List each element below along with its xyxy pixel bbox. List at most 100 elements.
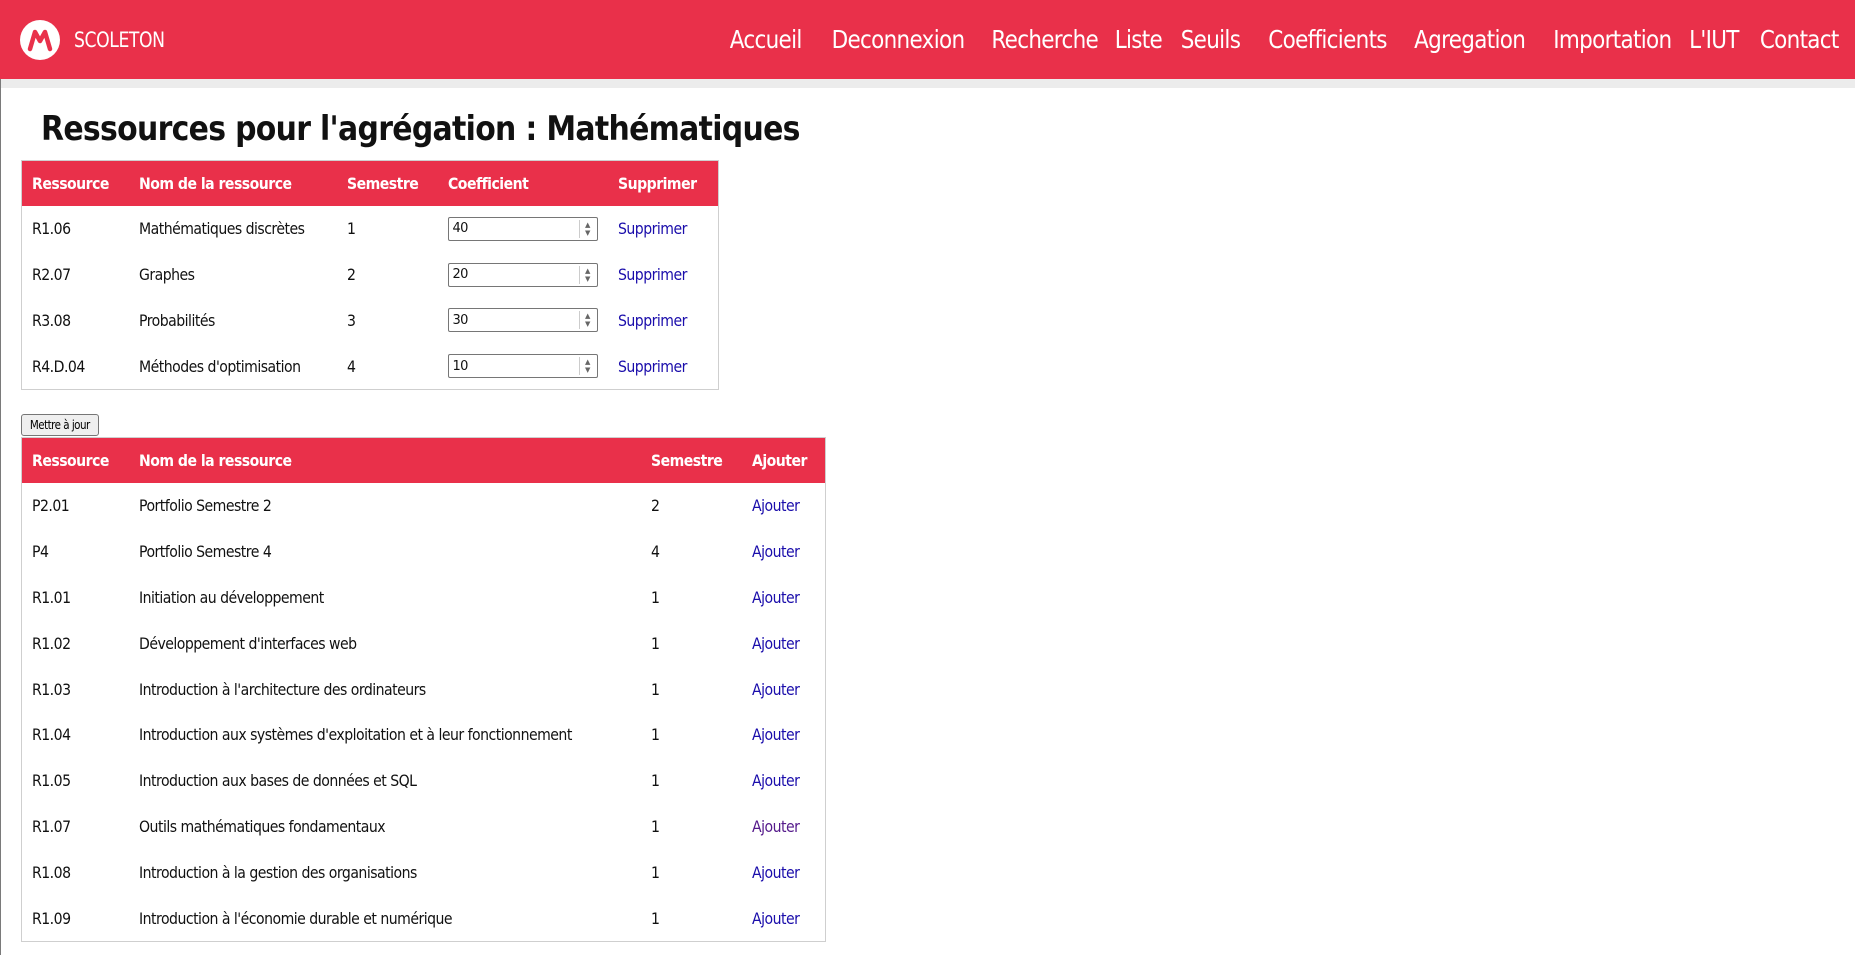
cell-semestre: 1: [651, 725, 660, 745]
coefficient-input[interactable]: 30 ▲ ▼: [448, 308, 599, 333]
cell-code: R1.06: [32, 219, 71, 239]
cell-action: Ajouter: [742, 575, 825, 621]
header-supprimer: Supprimer: [618, 174, 697, 193]
cell-code: P2.01: [32, 496, 70, 516]
cell-action: Supprimer: [608, 206, 718, 252]
nav-coefficients[interactable]: Coefficients: [1268, 25, 1387, 54]
ajouter-link[interactable]: Ajouter: [752, 771, 806, 790]
cell-name: Introduction à la gestion des organisati…: [139, 862, 418, 882]
available-resources-table: Ressource Nom de la ressource Semestre A…: [21, 437, 826, 942]
nav-accueil[interactable]: Accueil: [729, 25, 802, 54]
nav-seuils[interactable]: Seuils: [1181, 25, 1241, 54]
header-ressource: Ressource: [32, 451, 109, 470]
cell-action: Ajouter: [742, 483, 825, 529]
table-row: R3.08 Probabilités 3 30 ▲ ▼ Supprimer: [22, 298, 719, 344]
nav-recherche[interactable]: Recherche: [991, 25, 1098, 54]
stepper-arrows-icon[interactable]: ▲ ▼: [579, 219, 594, 238]
cell-code: R1.02: [32, 633, 71, 653]
header-ressource: Ressource: [32, 174, 109, 193]
nav-deconnexion[interactable]: Deconnexion: [832, 25, 965, 54]
cell-semestre: 1: [651, 587, 660, 607]
coefficient-input[interactable]: 20 ▲ ▼: [448, 262, 599, 287]
table-row: R1.07 Outils mathématiques fondamentaux 1 A…: [22, 804, 826, 850]
stepper-arrows-icon[interactable]: ▲ ▼: [579, 311, 594, 330]
stepper-arrows-icon[interactable]: ▲ ▼: [579, 265, 594, 284]
stepper-arrows-icon[interactable]: ▲ ▼: [579, 357, 594, 376]
cell-semestre: 3: [347, 310, 356, 330]
header-nom: Nom de la ressource: [139, 174, 292, 193]
cell-name: Introduction à l'économie durable et num…: [139, 908, 453, 928]
ajouter-link[interactable]: Ajouter: [752, 863, 806, 882]
cell-name: Développement d'interfaces web: [139, 633, 358, 653]
cell-semestre: 1: [651, 633, 660, 653]
cell-name: Mathématiques discrètes: [139, 219, 305, 239]
supprimer-link[interactable]: Supprimer: [618, 357, 696, 376]
top-navbar: SCOLETON Accueil Deconnexion Recherche L…: [0, 0, 1855, 79]
table-row: P2.01 Portfolio Semestre 2 2 Ajouter: [22, 483, 826, 529]
cell-action: Supprimer: [608, 298, 718, 344]
nav-iut[interactable]: L'IUT: [1689, 25, 1739, 54]
table-row: R1.06 Mathématiques discrètes 1 40 ▲ ▼ Su…: [22, 206, 719, 252]
table-row: R1.02 Développement d'interfaces web 1 Ajou…: [22, 620, 826, 666]
cell-code: R1.07: [32, 816, 71, 836]
nav-importation[interactable]: Importation: [1553, 25, 1672, 54]
table-row: P4 Portfolio Semestre 4 4 Ajouter: [22, 529, 826, 575]
available-table-body: P2.01 Portfolio Semestre 2 2 Ajouter P4 Portf…: [22, 483, 826, 941]
cell-name: Portfolio Semestre 2: [139, 496, 272, 516]
table-header-row: Ressource Nom de la ressource Semestre C…: [21, 160, 719, 206]
cell-code: R1.09: [32, 908, 71, 928]
cell-action: Ajouter: [742, 666, 825, 712]
cell-name: Graphes: [139, 265, 195, 285]
cell-semestre: 1: [651, 816, 660, 836]
nav-liste[interactable]: Liste: [1115, 25, 1163, 54]
ajouter-link[interactable]: Ajouter: [752, 909, 806, 928]
cell-action: Ajouter: [742, 849, 825, 895]
header-nom: Nom de la ressource: [139, 451, 292, 470]
cell-name: Probabilités: [139, 310, 216, 330]
cell-code: R1.08: [32, 862, 71, 882]
table-row: R1.01 Initiation au développement 1 Ajouter: [22, 575, 826, 621]
cell-name: Outils mathématiques fondamentaux: [139, 816, 386, 836]
update-button[interactable]: Mettre à jour: [21, 414, 99, 436]
header-semestre: Semestre: [651, 451, 723, 470]
supprimer-link[interactable]: Supprimer: [618, 265, 696, 284]
cell-semestre: 4: [651, 542, 660, 562]
ajouter-link[interactable]: Ajouter: [752, 817, 806, 836]
navbar-shadow: [0, 79, 1855, 88]
cell-coefficient: 10 ▲ ▼: [438, 343, 608, 389]
ajouter-link[interactable]: Ajouter: [752, 634, 806, 653]
ajouter-link[interactable]: Ajouter: [752, 588, 806, 607]
ajouter-link[interactable]: Ajouter: [752, 496, 806, 515]
cell-semestre: 1: [651, 908, 660, 928]
cell-coefficient: 20 ▲ ▼: [438, 252, 608, 298]
ajouter-link[interactable]: Ajouter: [752, 725, 806, 744]
cell-code: R2.07: [32, 265, 71, 285]
cell-code: R1.03: [32, 679, 71, 699]
cell-semestre: 1: [651, 862, 660, 882]
ajouter-link[interactable]: Ajouter: [752, 680, 806, 699]
brand[interactable]: SCOLETON: [20, 19, 185, 60]
cell-name: Introduction aux systèmes d'exploitation…: [139, 725, 573, 745]
supprimer-link[interactable]: Supprimer: [618, 311, 696, 330]
header-semestre: Semestre: [347, 174, 419, 193]
cell-semestre: 1: [651, 679, 660, 699]
nav-contact[interactable]: Contact: [1760, 25, 1840, 54]
cell-code: R4.D.04: [32, 356, 85, 376]
cell-action: Ajouter: [742, 758, 825, 804]
cell-code: P4: [32, 542, 49, 562]
brand-name: SCOLETON: [74, 27, 165, 52]
table-row: R1.08 Introduction à la gestion des organ…: [22, 849, 826, 895]
cell-code: R1.01: [32, 587, 71, 607]
cell-action: Ajouter: [742, 712, 825, 758]
nav-agregation[interactable]: Agregation: [1414, 25, 1526, 54]
cell-action: Ajouter: [742, 804, 825, 850]
supprimer-link[interactable]: Supprimer: [618, 219, 696, 238]
cell-action: Supprimer: [608, 252, 718, 298]
cell-name: Méthodes d'optimisation: [139, 356, 301, 376]
cell-name: Portfolio Semestre 4: [139, 542, 272, 562]
coefficient-input[interactable]: 10 ▲ ▼: [448, 354, 599, 379]
cell-coefficient: 40 ▲ ▼: [438, 206, 608, 252]
ajouter-link[interactable]: Ajouter: [752, 542, 806, 561]
cell-code: R1.04: [32, 725, 71, 745]
coefficient-input[interactable]: 40 ▲ ▼: [448, 216, 599, 241]
